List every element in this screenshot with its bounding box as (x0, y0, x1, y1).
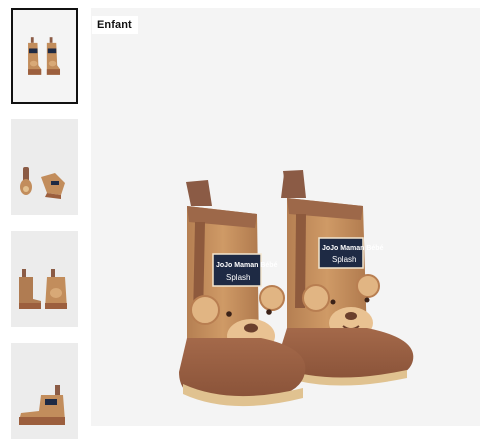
thumbnail-2[interactable] (11, 119, 78, 215)
thumbnail-3[interactable] (11, 231, 78, 327)
main-product-image: JoJo Maman Bébé Splash JoJo Maman Bébé S… (91, 8, 480, 426)
svg-text:Splash: Splash (332, 255, 356, 264)
right-boot-label: JoJo Maman Bébé Splash (318, 237, 384, 269)
thumbnail-top-side-image (20, 167, 65, 199)
left-boot-label: JoJo Maman Bébé Splash (212, 253, 278, 287)
svg-text:JoJo Maman Bébé: JoJo Maman Bébé (322, 245, 384, 252)
thumbnail-back-pair-image (19, 269, 67, 309)
left-boot: JoJo Maman Bébé Splash (179, 180, 306, 407)
category-badge: Enfant (92, 16, 138, 34)
thumbnail-side-single-image (19, 385, 65, 425)
thumbnail-1[interactable] (11, 8, 78, 104)
svg-text:Splash: Splash (226, 273, 250, 282)
svg-text:JoJo Maman Bébé: JoJo Maman Bébé (216, 262, 278, 269)
thumbnail-front-pair-image (28, 37, 61, 75)
rain-boots-illustration: JoJo Maman Bébé Splash JoJo Maman Bébé S… (179, 170, 414, 407)
thumbnail-4[interactable] (11, 343, 78, 439)
